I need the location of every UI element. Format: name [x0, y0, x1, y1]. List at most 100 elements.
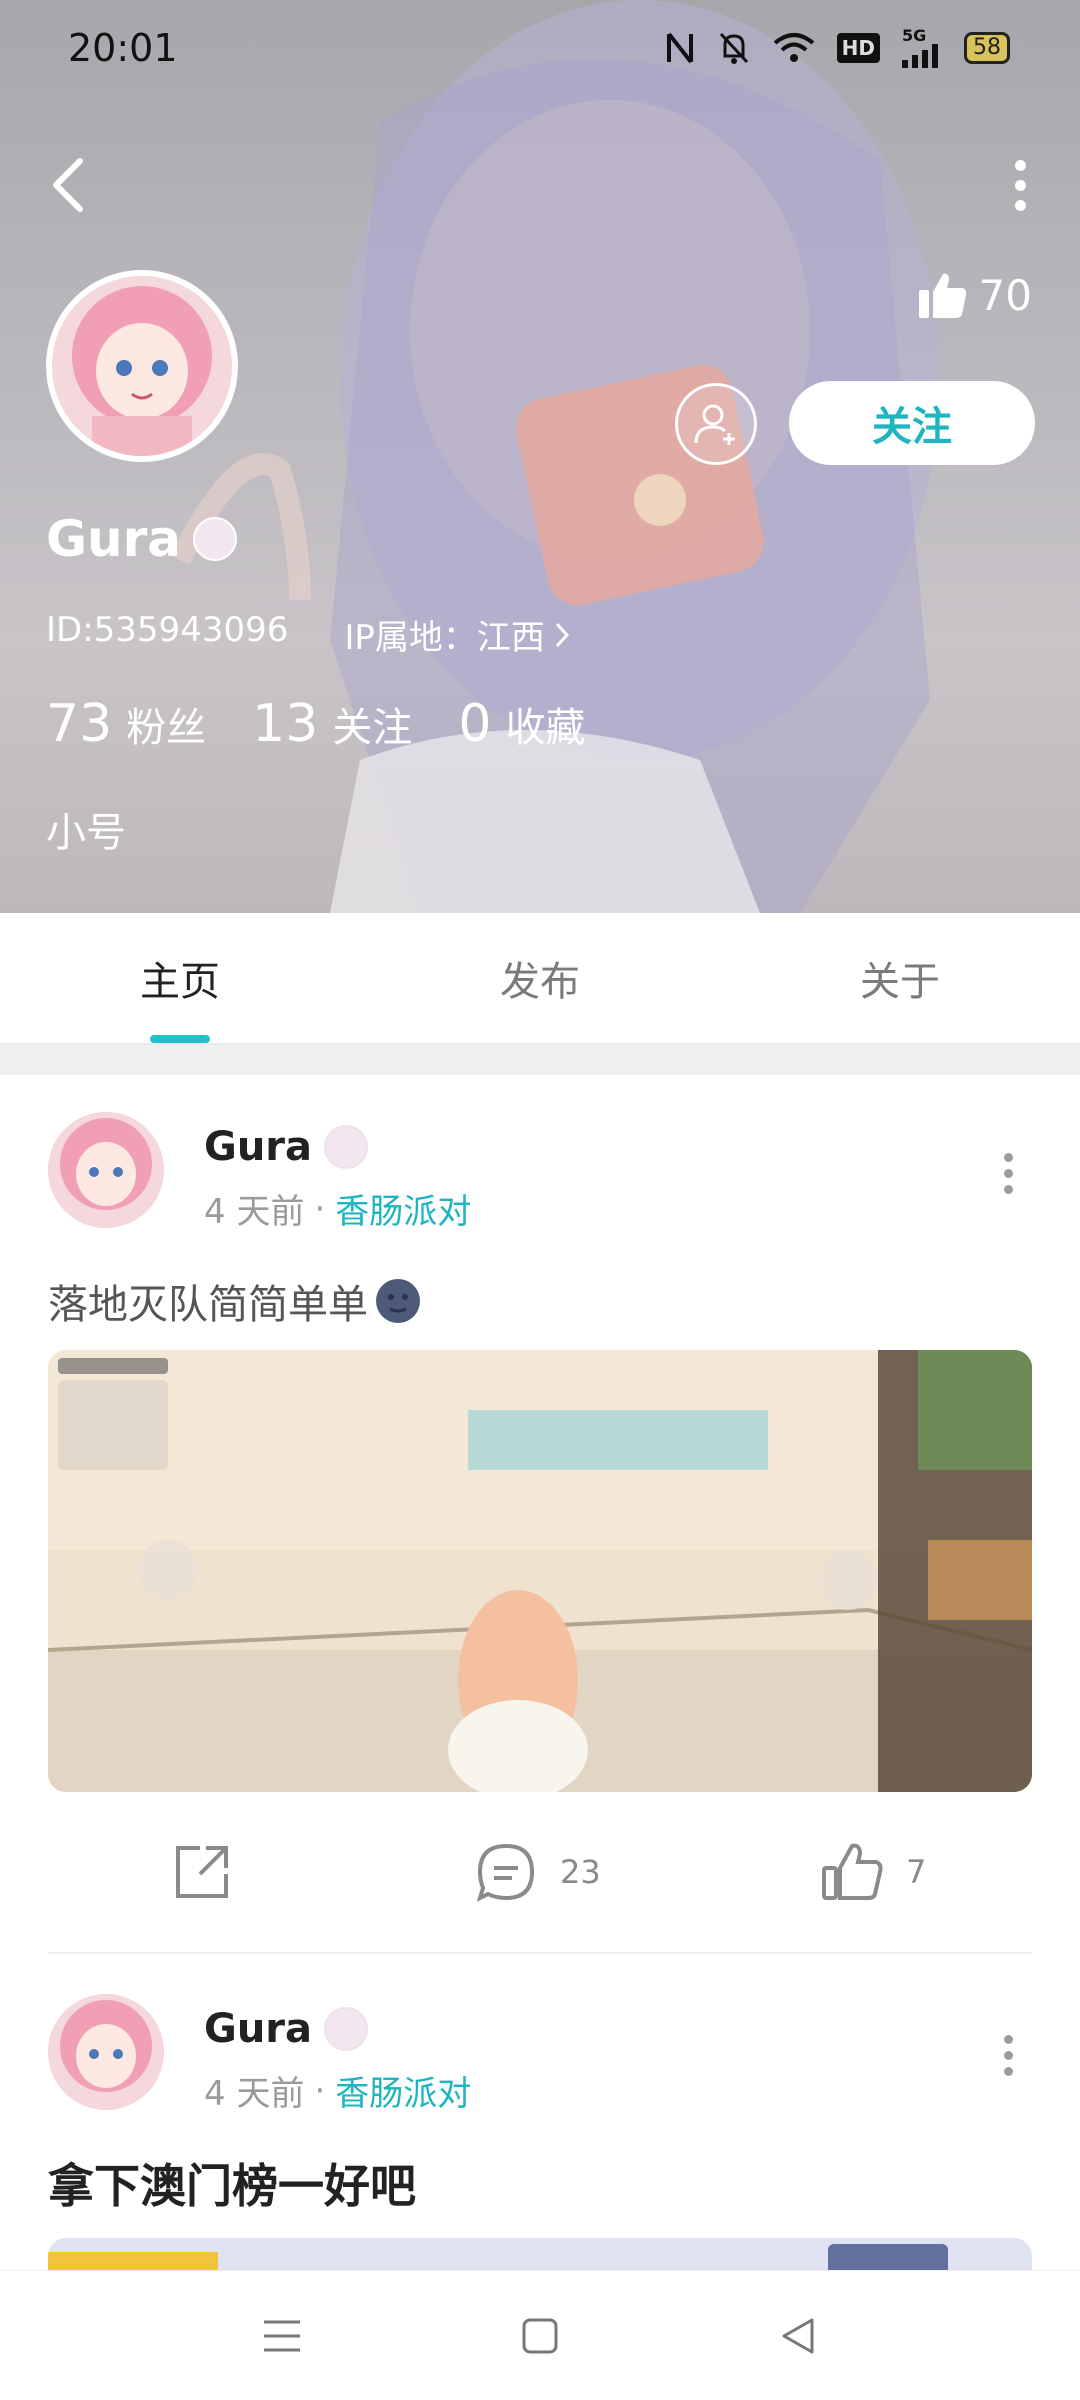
- tab-home[interactable]: 主页: [0, 913, 360, 1043]
- mute-bell-icon: [717, 28, 751, 68]
- comment-count: 23: [560, 1853, 601, 1891]
- profile-meta: ID:535943096 IP属地：江西: [46, 610, 571, 659]
- like-count: 7: [906, 1853, 927, 1891]
- post-image[interactable]: [48, 1350, 1032, 1792]
- triangle-back-icon: [782, 2318, 814, 2354]
- ip-location[interactable]: IP属地：江西: [344, 610, 571, 659]
- post-meta: 4 天前 · 香肠派对: [204, 2066, 471, 2115]
- avatar-image: [52, 276, 232, 456]
- post-meta: 4 天前 · 香肠派对: [204, 1184, 471, 1233]
- stat-number: 73: [46, 694, 113, 754]
- menu-icon: [264, 2320, 300, 2352]
- more-dot-icon: [1003, 1168, 1013, 1178]
- post-author-name: Gura: [204, 1124, 313, 1170]
- more-dot-icon: [1003, 2066, 1013, 2076]
- add-friend-button[interactable]: [675, 383, 757, 465]
- like-button[interactable]: 7: [820, 1840, 926, 1904]
- profile-tag: 小号: [46, 810, 126, 856]
- post-avatar[interactable]: [48, 1112, 164, 1228]
- section-separator: [0, 1045, 1080, 1075]
- user-badge-icon: [324, 1125, 369, 1169]
- more-dot-icon: [1014, 159, 1026, 171]
- avatar-image: [48, 1994, 164, 2110]
- post-time: 4 天前: [204, 2074, 305, 2114]
- status-bar: 20:01 HD 5G 58: [0, 0, 1080, 100]
- username-text: Gura: [46, 510, 182, 568]
- post-author-name: Gura: [204, 2006, 313, 2052]
- more-dot-icon: [1014, 179, 1026, 191]
- user-badge-icon: [324, 2007, 369, 2051]
- chevron-right-icon: [555, 622, 569, 647]
- signal-label: 5G: [902, 26, 927, 45]
- stat-label: 关注: [332, 705, 413, 751]
- more-dot-icon: [1003, 1184, 1013, 1194]
- stat-label: 收藏: [505, 705, 586, 751]
- profile-username: Gura: [46, 510, 238, 568]
- stat-fans[interactable]: 73 粉丝: [46, 694, 206, 754]
- post-more-button[interactable]: [998, 1148, 1018, 1198]
- more-dot-icon: [1003, 1152, 1013, 1162]
- post-author[interactable]: Gura: [204, 1124, 369, 1170]
- post-more-button[interactable]: [998, 2030, 1018, 2080]
- status-time: 20:01: [68, 26, 178, 70]
- user-id: ID:535943096: [46, 610, 289, 650]
- follow-button[interactable]: 关注: [789, 381, 1035, 465]
- more-dot-icon: [1014, 199, 1026, 211]
- stat-favorites[interactable]: 0 收藏: [458, 694, 585, 754]
- square-home-icon: [522, 2318, 558, 2354]
- battery-level: 58: [964, 32, 1010, 64]
- stat-number: 13: [252, 694, 319, 754]
- likes-count: 70: [978, 270, 1032, 320]
- battery-icon: 58: [964, 28, 1010, 68]
- profile-stats: 73 粉丝 13 关注 0 收藏: [46, 694, 585, 754]
- more-dot-icon: [1003, 2050, 1013, 2060]
- post-divider: [48, 1952, 1032, 1954]
- add-user-icon: [694, 404, 735, 445]
- system-navigation-bar: [0, 2270, 1080, 2400]
- tab-about[interactable]: 关于: [720, 913, 1080, 1043]
- wifi-icon: [773, 28, 815, 68]
- share-button[interactable]: [170, 1840, 234, 1904]
- ip-location-text: IP属地：江西: [344, 618, 545, 658]
- share-icon: [176, 1846, 228, 1898]
- nav-menu-button[interactable]: [252, 2311, 312, 2361]
- more-dot-icon: [1003, 2034, 1013, 2044]
- profile-likes[interactable]: 70: [917, 270, 1032, 320]
- comment-button[interactable]: 23: [474, 1840, 601, 1904]
- profile-tabs: 主页 发布 关于: [0, 913, 1080, 1043]
- post-topic-link[interactable]: 香肠派对: [335, 2066, 471, 2115]
- nav-back-button[interactable]: [768, 2311, 828, 2361]
- meta-dot: ·: [314, 1188, 326, 1229]
- avatar-image: [48, 1112, 164, 1228]
- post-time: 4 天前: [204, 1192, 305, 1232]
- signal-5g-icon: 5G: [902, 28, 942, 68]
- nfc-icon: [665, 28, 695, 68]
- user-badge-icon: [193, 517, 238, 561]
- post-text-content: 拿下澳门榜一好吧: [48, 2159, 416, 2213]
- tab-posts[interactable]: 发布: [360, 913, 720, 1043]
- back-button[interactable]: [40, 150, 96, 220]
- nav-home-button[interactable]: [510, 2311, 570, 2361]
- stat-following[interactable]: 13 关注: [252, 694, 412, 754]
- meta-dot: ·: [314, 2070, 326, 2111]
- comment-icon: [476, 1843, 535, 1902]
- avatar[interactable]: [46, 270, 238, 462]
- hd-icon: HD: [836, 28, 880, 68]
- thumbs-up-icon: [918, 273, 966, 318]
- moon-face-emoji-icon: [376, 1279, 420, 1323]
- more-options-button[interactable]: [1000, 150, 1040, 220]
- stat-label: 粉丝: [126, 705, 207, 751]
- post-avatar[interactable]: [48, 1994, 164, 2110]
- post-author[interactable]: Gura: [204, 2006, 369, 2052]
- game-screenshot-image: [48, 1350, 1032, 1792]
- post-text: 拿下澳门榜一好吧: [48, 2150, 416, 2216]
- chevron-left-icon: [53, 158, 83, 212]
- thumbs-up-icon: [822, 1843, 883, 1900]
- tab-active-indicator: [150, 1035, 210, 1043]
- stat-number: 0: [458, 694, 492, 754]
- post-topic-link[interactable]: 香肠派对: [335, 1184, 471, 1233]
- hd-label: HD: [836, 33, 880, 63]
- post-text: 落地灭队简简单单: [48, 1272, 422, 1330]
- post-text-content: 落地灭队简简单单: [48, 1282, 368, 1328]
- profile-header: 20:01 HD 5G 58 70 关注 Gura ID:535943096 I…: [0, 0, 1080, 913]
